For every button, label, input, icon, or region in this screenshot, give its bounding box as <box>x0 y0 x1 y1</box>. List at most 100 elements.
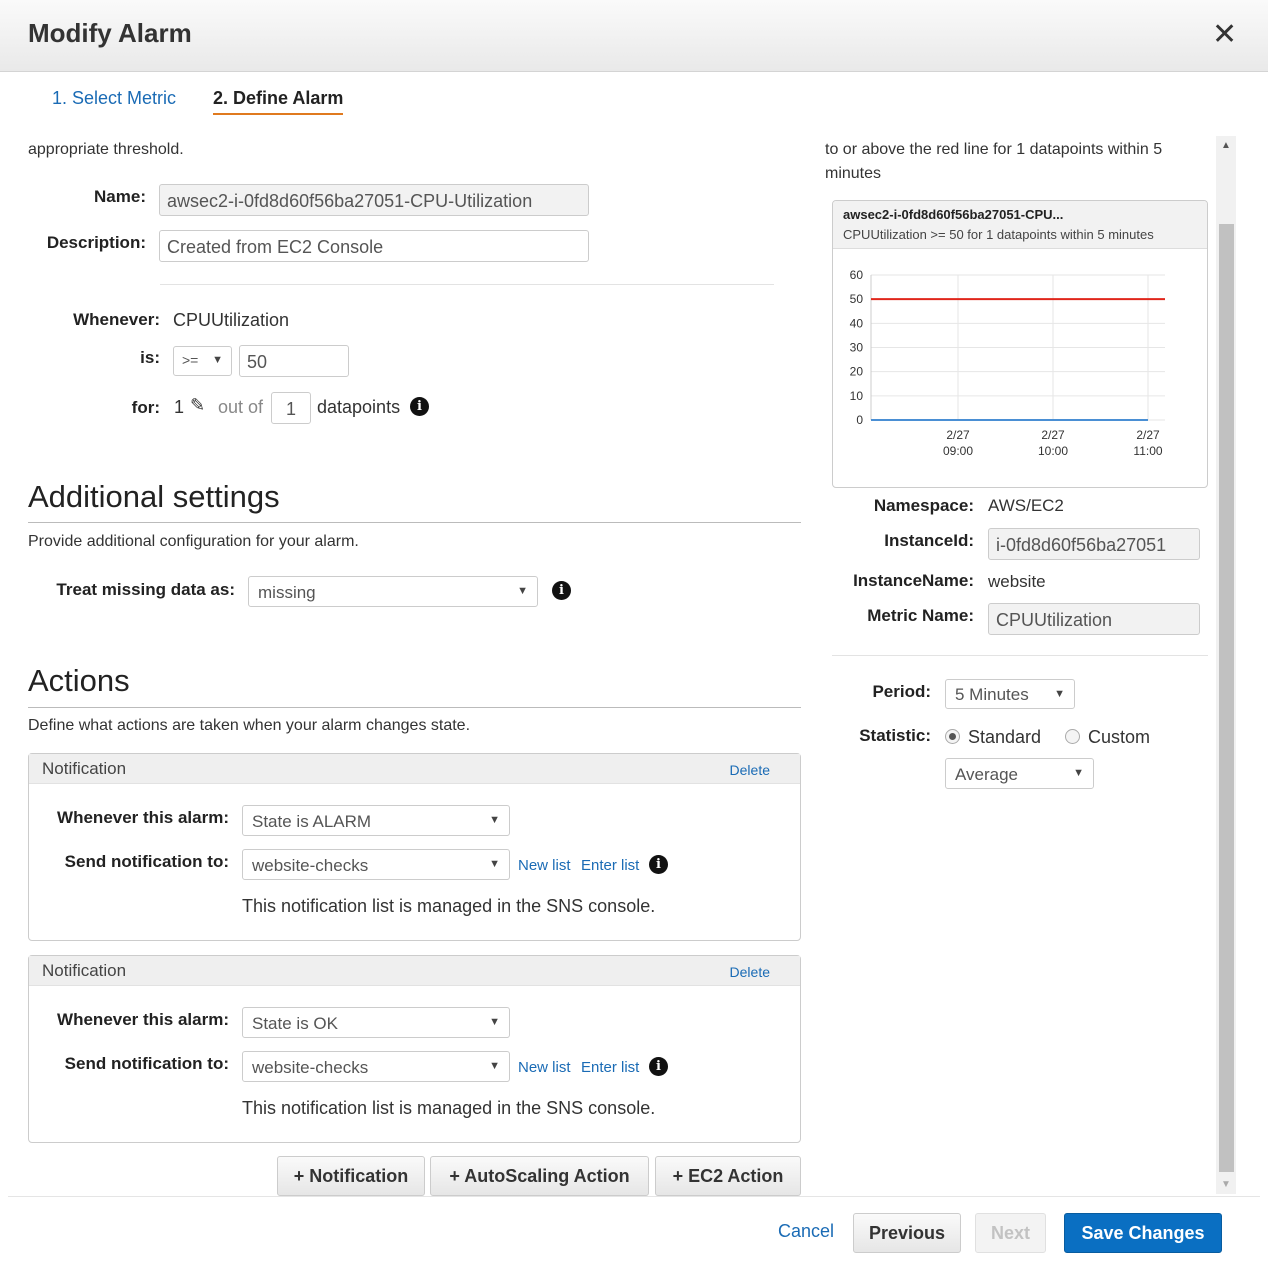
y-tick-label: 0 <box>856 413 863 427</box>
custom-radio-label[interactable]: Custom <box>1088 727 1150 748</box>
name-field[interactable]: awsec2-i-0fd8d60f56ba27051-CPU-Utilizati… <box>159 184 589 216</box>
is-label: is: <box>140 348 160 367</box>
send-notification-label: Send notification to: <box>64 852 229 871</box>
step-select-metric[interactable]: 1. Select Metric <box>52 88 176 109</box>
y-tick-label: 40 <box>850 316 864 330</box>
y-tick-label: 50 <box>850 292 864 306</box>
chart-title: awsec2-i-0fd8d60f56ba27051-CPU... <box>843 207 1064 222</box>
custom-radio[interactable] <box>1065 729 1080 744</box>
x-tick-label: 09:00 <box>943 444 973 458</box>
chevron-down-icon: ▼ <box>489 1060 500 1072</box>
for-label: for: <box>131 398 160 417</box>
treat-missing-value: missing <box>258 583 316 602</box>
scroll-down-icon[interactable]: ▼ <box>1221 1179 1231 1190</box>
notification-header: Notification Delete <box>29 754 800 784</box>
sns-note: This notification list is managed in the… <box>242 1098 656 1118</box>
whenever-metric: CPUUtilization <box>173 310 290 330</box>
delete-notification-link[interactable]: Delete <box>730 762 770 778</box>
enter-list-link[interactable]: Enter list <box>581 857 639 874</box>
chevron-down-icon: ▼ <box>1054 688 1065 700</box>
notification-panel: Notification Delete Whenever this alarm:… <box>28 955 801 1143</box>
x-tick-label: 2/27 <box>946 428 970 442</box>
datapoints-text: datapoints <box>317 397 401 417</box>
alarm-chart: awsec2-i-0fd8d60f56ba27051-CPU... CPUUti… <box>832 200 1208 488</box>
pencil-icon[interactable]: ✎ <box>190 395 205 416</box>
alarm-state-value: State is ALARM <box>252 812 372 831</box>
close-icon[interactable]: ✕ <box>1212 20 1237 50</box>
right-intro-line2: minutes <box>825 165 882 182</box>
treat-missing-label: Treat missing data as: <box>56 580 235 599</box>
delete-notification-link[interactable]: Delete <box>730 964 770 980</box>
x-tick-label: 11:00 <box>1133 444 1162 458</box>
chevron-down-icon: ▼ <box>212 354 223 366</box>
description-field[interactable]: Created from EC2 Console <box>159 230 589 262</box>
step-define-alarm[interactable]: 2. Define Alarm <box>213 88 344 115</box>
add-ec2-action-button[interactable]: + EC2 Action <box>655 1156 801 1196</box>
operator-select[interactable]: >= ▼ <box>173 346 232 376</box>
footer-divider <box>8 1196 1260 1197</box>
y-tick-label: 20 <box>850 365 864 379</box>
out-of-text: out of <box>218 397 264 417</box>
metricname-label: Metric Name: <box>867 606 974 625</box>
enter-list-link[interactable]: Enter list <box>581 1059 639 1076</box>
chart-subtitle: CPUUtilization >= 50 for 1 datapoints wi… <box>843 227 1154 242</box>
instanceid-field[interactable]: i-0fd8d60f56ba27051 <box>988 528 1200 560</box>
notification-target-select[interactable]: website-checks ▼ <box>242 849 510 880</box>
period-value: 5 Minutes <box>955 685 1029 704</box>
dialog-title: Modify Alarm <box>28 18 192 48</box>
notification-title: Notification <box>42 759 127 778</box>
send-notification-label: Send notification to: <box>64 1054 229 1073</box>
actions-heading: Actions <box>28 663 130 698</box>
next-button[interactable]: Next <box>975 1213 1046 1253</box>
notification-target-select[interactable]: website-checks ▼ <box>242 1051 510 1082</box>
whenever-label: Whenever: <box>73 310 160 329</box>
dialog-header: Modify Alarm ✕ <box>0 0 1268 72</box>
scroll-up-icon[interactable]: ▲ <box>1221 140 1231 151</box>
standard-radio[interactable] <box>945 729 960 744</box>
out-of-field[interactable]: 1 <box>271 392 311 424</box>
notification-target-value: website-checks <box>252 1058 369 1077</box>
new-list-link[interactable]: New list <box>518 857 571 874</box>
for-count: 1 <box>174 397 185 417</box>
sns-note: This notification list is managed in the… <box>242 896 656 916</box>
add-notification-button[interactable]: + Notification <box>277 1156 425 1196</box>
save-changes-button[interactable]: Save Changes <box>1064 1213 1222 1253</box>
notification-header: Notification Delete <box>29 956 800 986</box>
statistic-select[interactable]: Average ▼ <box>945 758 1094 789</box>
additional-settings-description: Provide additional configuration for you… <box>28 533 359 550</box>
statistic-label: Statistic: <box>859 726 931 745</box>
whenever-alarm-label: Whenever this alarm: <box>57 1010 229 1029</box>
cancel-link[interactable]: Cancel <box>778 1221 834 1242</box>
standard-radio-label[interactable]: Standard <box>968 727 1041 748</box>
chevron-down-icon: ▼ <box>489 858 500 870</box>
x-tick-label: 2/27 <box>1041 428 1065 442</box>
alarm-state-select[interactable]: State is OK ▼ <box>242 1007 510 1038</box>
chevron-down-icon: ▼ <box>1073 767 1084 779</box>
threshold-intro: appropriate threshold. <box>28 141 184 158</box>
actions-description: Define what actions are taken when your … <box>28 717 471 734</box>
y-tick-label: 60 <box>850 268 864 282</box>
notification-panel: Notification Delete Whenever this alarm:… <box>28 753 801 941</box>
info-icon[interactable]: i <box>649 855 668 874</box>
operator-value: >= <box>182 352 199 368</box>
scrollbar[interactable]: ▲ ▼ <box>1216 136 1236 1194</box>
threshold-field[interactable]: 50 <box>239 345 349 377</box>
notification-title: Notification <box>42 961 127 980</box>
info-icon[interactable]: i <box>410 397 429 416</box>
new-list-link[interactable]: New list <box>518 1059 571 1076</box>
period-label: Period: <box>872 682 931 701</box>
info-icon[interactable]: i <box>552 581 571 600</box>
treat-missing-select[interactable]: missing ▼ <box>248 576 538 607</box>
divider <box>832 655 1208 656</box>
alarm-state-value: State is OK <box>252 1014 338 1033</box>
namespace-value: AWS/EC2 <box>988 496 1064 515</box>
metricname-field[interactable]: CPUUtilization <box>988 603 1200 635</box>
alarm-state-select[interactable]: State is ALARM ▼ <box>242 805 510 836</box>
previous-button[interactable]: Previous <box>853 1213 961 1253</box>
add-autoscaling-action-button[interactable]: + AutoScaling Action <box>430 1156 649 1196</box>
instanceid-label: InstanceId: <box>884 531 974 550</box>
info-icon[interactable]: i <box>649 1057 668 1076</box>
period-select[interactable]: 5 Minutes ▼ <box>945 679 1075 709</box>
namespace-label: Namespace: <box>873 496 974 515</box>
scrollbar-thumb[interactable] <box>1219 224 1234 1172</box>
